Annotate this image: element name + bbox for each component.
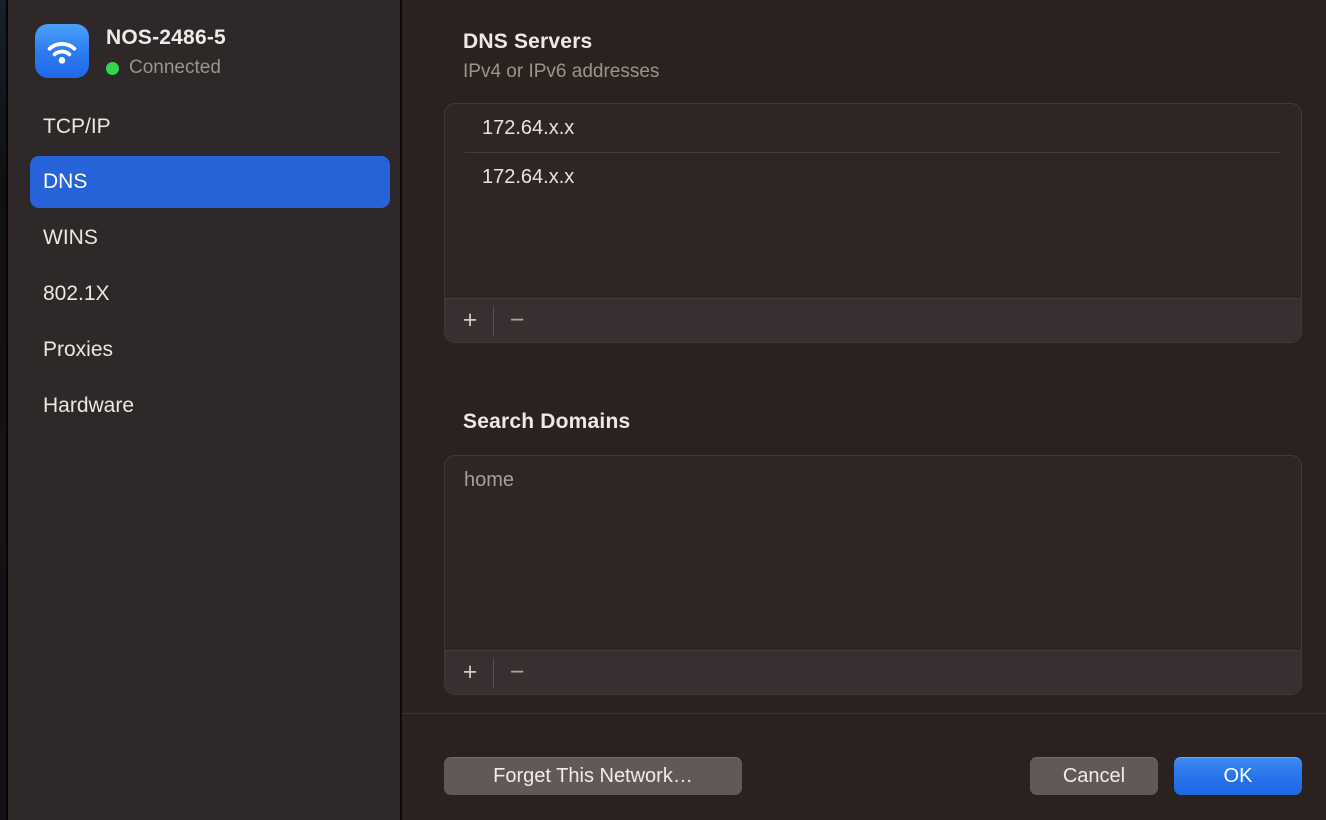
connected-status-dot — [106, 62, 119, 75]
dns-servers-subtitle: IPv4 or IPv6 addresses — [463, 61, 659, 83]
network-details-window: NOS-2486-5 Connected TCP/IP DNS WINS 802… — [0, 0, 1326, 820]
sidebar-item-label: Hardware — [43, 394, 134, 418]
remove-dns-server-button[interactable]: − — [500, 299, 534, 343]
add-dns-server-button[interactable]: + — [453, 299, 487, 343]
search-domains-title: Search Domains — [463, 410, 630, 434]
sidebar-item-label: TCP/IP — [43, 115, 111, 139]
network-status: Connected — [106, 57, 226, 79]
search-domains-listbox: home + − — [444, 455, 1302, 695]
ok-button[interactable]: OK — [1174, 757, 1302, 795]
dns-servers-rows: 172.64.x.x 172.64.x.x — [445, 104, 1301, 201]
footer-button-divider — [493, 306, 494, 336]
remove-search-domain-button[interactable]: − — [500, 651, 534, 695]
dns-server-row[interactable]: 172.64.x.x — [445, 104, 1301, 152]
sidebar-item-dns[interactable]: DNS — [30, 156, 390, 208]
dns-servers-title: DNS Servers — [463, 30, 592, 54]
network-name: NOS-2486-5 — [106, 26, 226, 50]
sidebar-main-divider — [400, 0, 402, 820]
cancel-button[interactable]: Cancel — [1030, 757, 1158, 795]
dns-servers-listbox: 172.64.x.x 172.64.x.x + − — [444, 103, 1302, 343]
sidebar-item-label: Proxies — [43, 338, 113, 362]
footer-button-divider — [493, 658, 494, 688]
sidebar-item-tcpip[interactable]: TCP/IP — [30, 101, 390, 153]
connected-status-label: Connected — [129, 57, 221, 79]
sidebar-item-proxies[interactable]: Proxies — [30, 324, 390, 376]
search-domain-row[interactable]: home — [445, 456, 1301, 504]
footer-divider — [402, 713, 1326, 714]
sidebar-item-wins[interactable]: WINS — [30, 212, 390, 264]
search-domains-footer: + − — [445, 650, 1301, 694]
forget-network-button[interactable]: Forget This Network… — [444, 757, 742, 795]
sidebar-item-label: DNS — [43, 170, 87, 194]
sidebar: NOS-2486-5 Connected TCP/IP DNS WINS 802… — [8, 0, 400, 820]
network-meta: NOS-2486-5 Connected — [106, 24, 226, 79]
dns-servers-footer: + − — [445, 298, 1301, 342]
dns-server-row[interactable]: 172.64.x.x — [445, 153, 1301, 201]
sidebar-item-label: 802.1X — [43, 282, 110, 306]
sidebar-item-8021x[interactable]: 802.1X — [30, 268, 390, 320]
wifi-icon — [35, 24, 89, 78]
add-search-domain-button[interactable]: + — [453, 651, 487, 695]
sidebar-item-hardware[interactable]: Hardware — [30, 380, 390, 432]
sidebar-item-label: WINS — [43, 226, 98, 250]
network-header: NOS-2486-5 Connected — [35, 24, 226, 79]
search-domains-rows: home — [445, 456, 1301, 504]
